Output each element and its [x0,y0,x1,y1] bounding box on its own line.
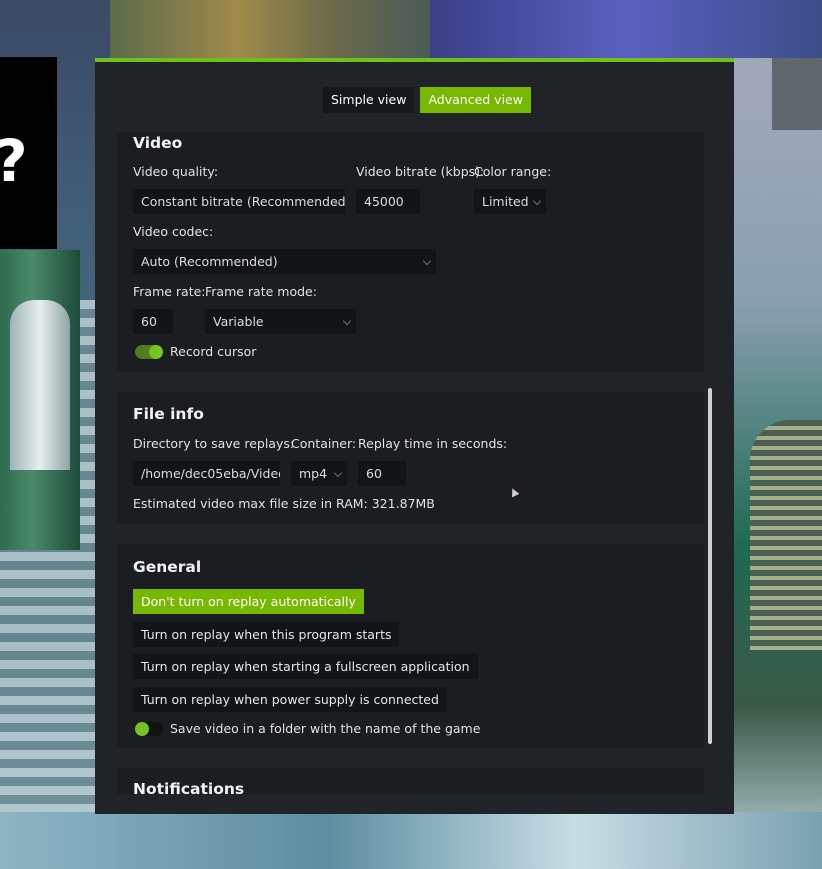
save-in-game-folder-label: Save video in a folder with the name of … [170,721,481,736]
frame-rate-input[interactable]: 60 [133,309,173,334]
video-section: Video Video quality: Constant bitrate (R… [117,132,704,372]
replay-time-value: 60 [366,466,382,481]
color-range-value: Limited [482,194,529,209]
estimated-size-text: Estimated video max file size in RAM: 32… [133,496,435,511]
file-info-section-title: File info [133,405,204,423]
general-section-title: General [133,558,202,576]
container-dropdown[interactable]: mp4 [291,461,347,486]
advanced-view-button[interactable]: Advanced view [420,87,531,113]
toggle-knob [135,722,149,736]
option-dont-turn-on-replay[interactable]: Don't turn on replay automatically [133,589,364,614]
background-ornament [110,0,430,58]
toggle-knob [149,345,163,359]
save-in-game-folder-toggle[interactable] [135,722,163,736]
chevron-down-icon [342,316,352,326]
record-cursor-label: Record cursor [170,344,257,359]
video-quality-label: Video quality: [133,164,219,179]
video-codec-label: Video codec: [133,224,214,239]
overlay-glyph: ? [0,127,28,195]
option-replay-on-power-supply[interactable]: Turn on replay when power supply is conn… [133,687,447,712]
frame-rate-mode-label: Frame rate mode: [205,284,317,299]
settings-scroll-area[interactable]: Video Video quality: Constant bitrate (R… [117,132,706,794]
video-bitrate-value: 45000 [364,194,404,209]
color-range-label: Color range: [474,164,552,179]
video-bitrate-input[interactable]: 45000 [356,189,420,214]
record-cursor-toggle[interactable] [135,345,163,359]
container-label: Container: [291,436,357,451]
settings-window: Simple view Advanced view Video Video qu… [95,58,734,814]
option-replay-on-program-start[interactable]: Turn on replay when this program starts [133,622,400,647]
background-overlay-window: ? [0,57,57,249]
file-info-section: File info Directory to save replays: /ho… [117,392,704,524]
color-range-dropdown[interactable]: Limited [474,189,546,214]
frame-rate-mode-dropdown[interactable]: Variable [205,309,356,334]
scrollbar[interactable] [708,388,712,744]
frame-rate-label: Frame rate: [133,284,206,299]
background-window-edge [772,58,822,130]
background-archway [10,300,70,470]
simple-view-button[interactable]: Simple view [323,87,415,113]
background-ceiling [430,0,822,58]
chevron-down-icon [333,468,343,478]
video-section-title: Video [133,134,183,152]
option-replay-on-fullscreen[interactable]: Turn on replay when starting a fullscree… [133,654,478,679]
frame-rate-mode-value: Variable [213,314,264,329]
video-quality-value: Constant bitrate (Recommended) [141,194,345,209]
video-quality-dropdown[interactable]: Constant bitrate (Recommended) [133,189,345,214]
background-coil [750,420,822,650]
directory-value: /home/dec05eba/Videos [141,466,280,481]
frame-rate-value: 60 [141,314,157,329]
replay-time-input[interactable]: 60 [358,461,406,486]
video-codec-dropdown[interactable]: Auto (Recommended) [133,249,436,274]
container-value: mp4 [299,466,328,481]
general-section: General Don't turn on replay automatical… [117,544,704,748]
chevron-down-icon [532,196,542,206]
video-bitrate-label: Video bitrate (kbps): [356,164,485,179]
view-toggle: Simple view Advanced view [323,87,531,113]
directory-button[interactable]: /home/dec05eba/Videos [133,461,280,486]
notifications-section-title: Notifications [133,780,245,794]
directory-label: Directory to save replays: [133,436,295,451]
notifications-section: Notifications [117,768,704,794]
video-codec-value: Auto (Recommended) [141,254,278,269]
chevron-down-icon [422,256,432,266]
background-floor [0,812,822,869]
replay-time-label: Replay time in seconds: [358,436,508,451]
